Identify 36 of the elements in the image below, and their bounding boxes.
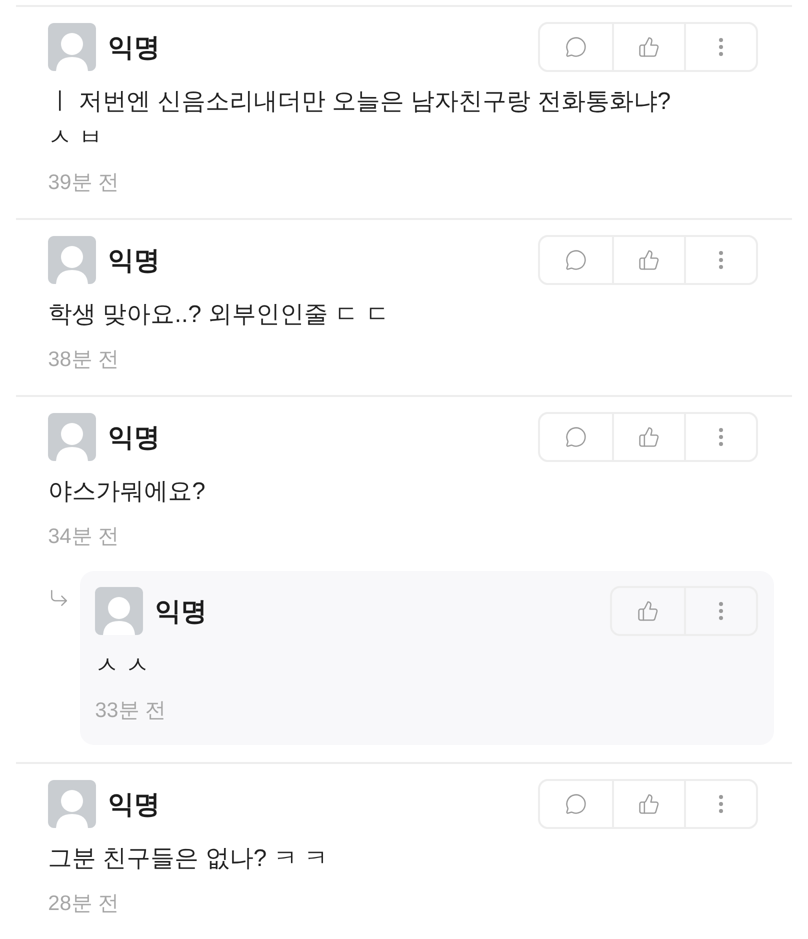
avatar-silhouette-icon — [95, 587, 143, 635]
author-name: 익명 — [155, 594, 207, 628]
comment-text: ㅅ ㅂ — [48, 123, 103, 153]
thumbs-up-icon — [638, 249, 660, 271]
author-name: 익명 — [108, 30, 160, 64]
speech-bubble-icon — [565, 249, 587, 271]
comment-text: ㅣ 저번엔 신음소리내더만 오늘은 남자친구랑 전화통화냐? — [48, 87, 671, 117]
author-name: 익명 — [108, 244, 160, 276]
speech-bubble-icon — [565, 36, 587, 58]
speech-bubble-icon — [565, 793, 587, 815]
timestamp: 33분 전 — [95, 698, 166, 724]
comment-text: 그분 친구들은 없나? ㅋ ㅋ — [48, 844, 328, 874]
thumbs-up-icon — [638, 793, 660, 815]
comment-text: 야스가뭐에요? — [48, 477, 206, 507]
timestamp: 38분 전 — [48, 347, 120, 373]
more-icon — [719, 251, 723, 269]
speech-bubble-icon — [565, 426, 587, 448]
timestamp: 39분 전 — [48, 170, 120, 196]
thumbs-up-icon — [638, 426, 660, 448]
more-icon — [719, 428, 723, 446]
thumbs-up-icon — [638, 36, 660, 58]
author-name: 익명 — [108, 420, 160, 454]
more-icon — [719, 795, 723, 813]
comment-text: ㅅ ㅅ — [95, 651, 150, 681]
thumbs-up-icon — [637, 600, 659, 622]
avatar-silhouette-icon — [48, 236, 96, 284]
avatar-silhouette-icon — [48, 780, 96, 828]
avatar-silhouette-icon — [48, 413, 96, 461]
author-name: 익명 — [108, 788, 160, 820]
more-icon — [719, 602, 723, 620]
avatar-silhouette-icon — [48, 23, 96, 71]
timestamp: 28분 전 — [48, 891, 120, 917]
timestamp: 34분 전 — [48, 524, 120, 550]
comment-text: 학생 맞아요..? 외부인인줄 ㄷ ㄷ — [48, 300, 390, 330]
reply-arrow-icon — [48, 587, 70, 609]
more-icon — [719, 38, 723, 56]
